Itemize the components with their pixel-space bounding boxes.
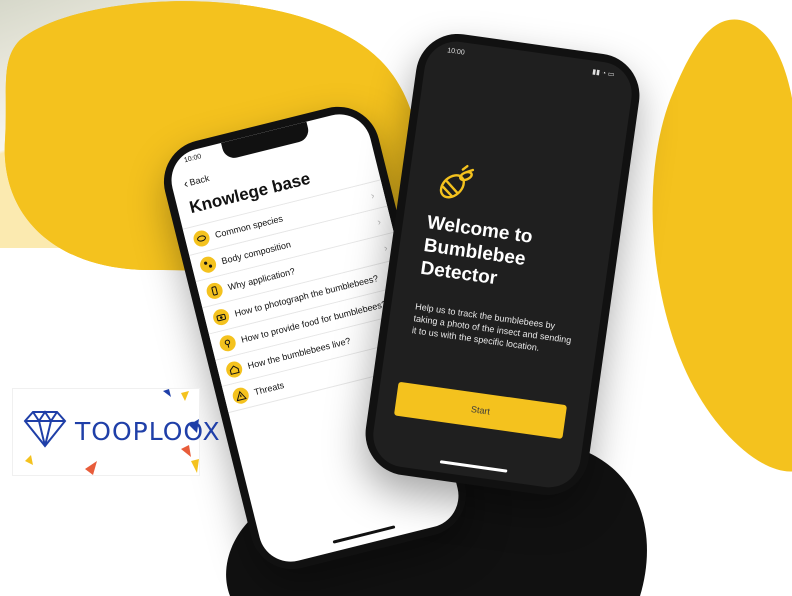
start-button[interactable]: Start	[393, 381, 568, 440]
flower-icon	[217, 333, 238, 353]
home-indicator	[439, 460, 508, 473]
welcome-description: Help us to track the bumblebees by takin…	[411, 301, 572, 353]
logo-card: TOOPLOOX	[12, 388, 220, 476]
status-time: 10:00	[446, 47, 466, 57]
status-icons: ▮▮ ◔ ▭	[591, 68, 615, 79]
bee-icon	[431, 160, 479, 212]
diamond-logo-icon	[21, 409, 69, 454]
back-button[interactable]: ‹ Back	[182, 171, 211, 191]
back-label: Back	[188, 173, 211, 188]
welcome-heading: Welcome to Bumblebee Detector	[419, 211, 534, 294]
yellow-blob-right	[652, 19, 792, 472]
warning-icon	[231, 385, 251, 406]
home-indicator	[332, 525, 396, 544]
status-time: 10:00	[183, 153, 203, 165]
bee-species-icon	[191, 228, 212, 249]
camera-icon	[211, 307, 231, 327]
body-icon	[198, 254, 218, 275]
logo-text: TOOPLOOX	[75, 417, 221, 446]
start-button-label: Start	[470, 404, 491, 417]
house-icon	[224, 359, 244, 380]
phone-icon	[204, 281, 225, 301]
